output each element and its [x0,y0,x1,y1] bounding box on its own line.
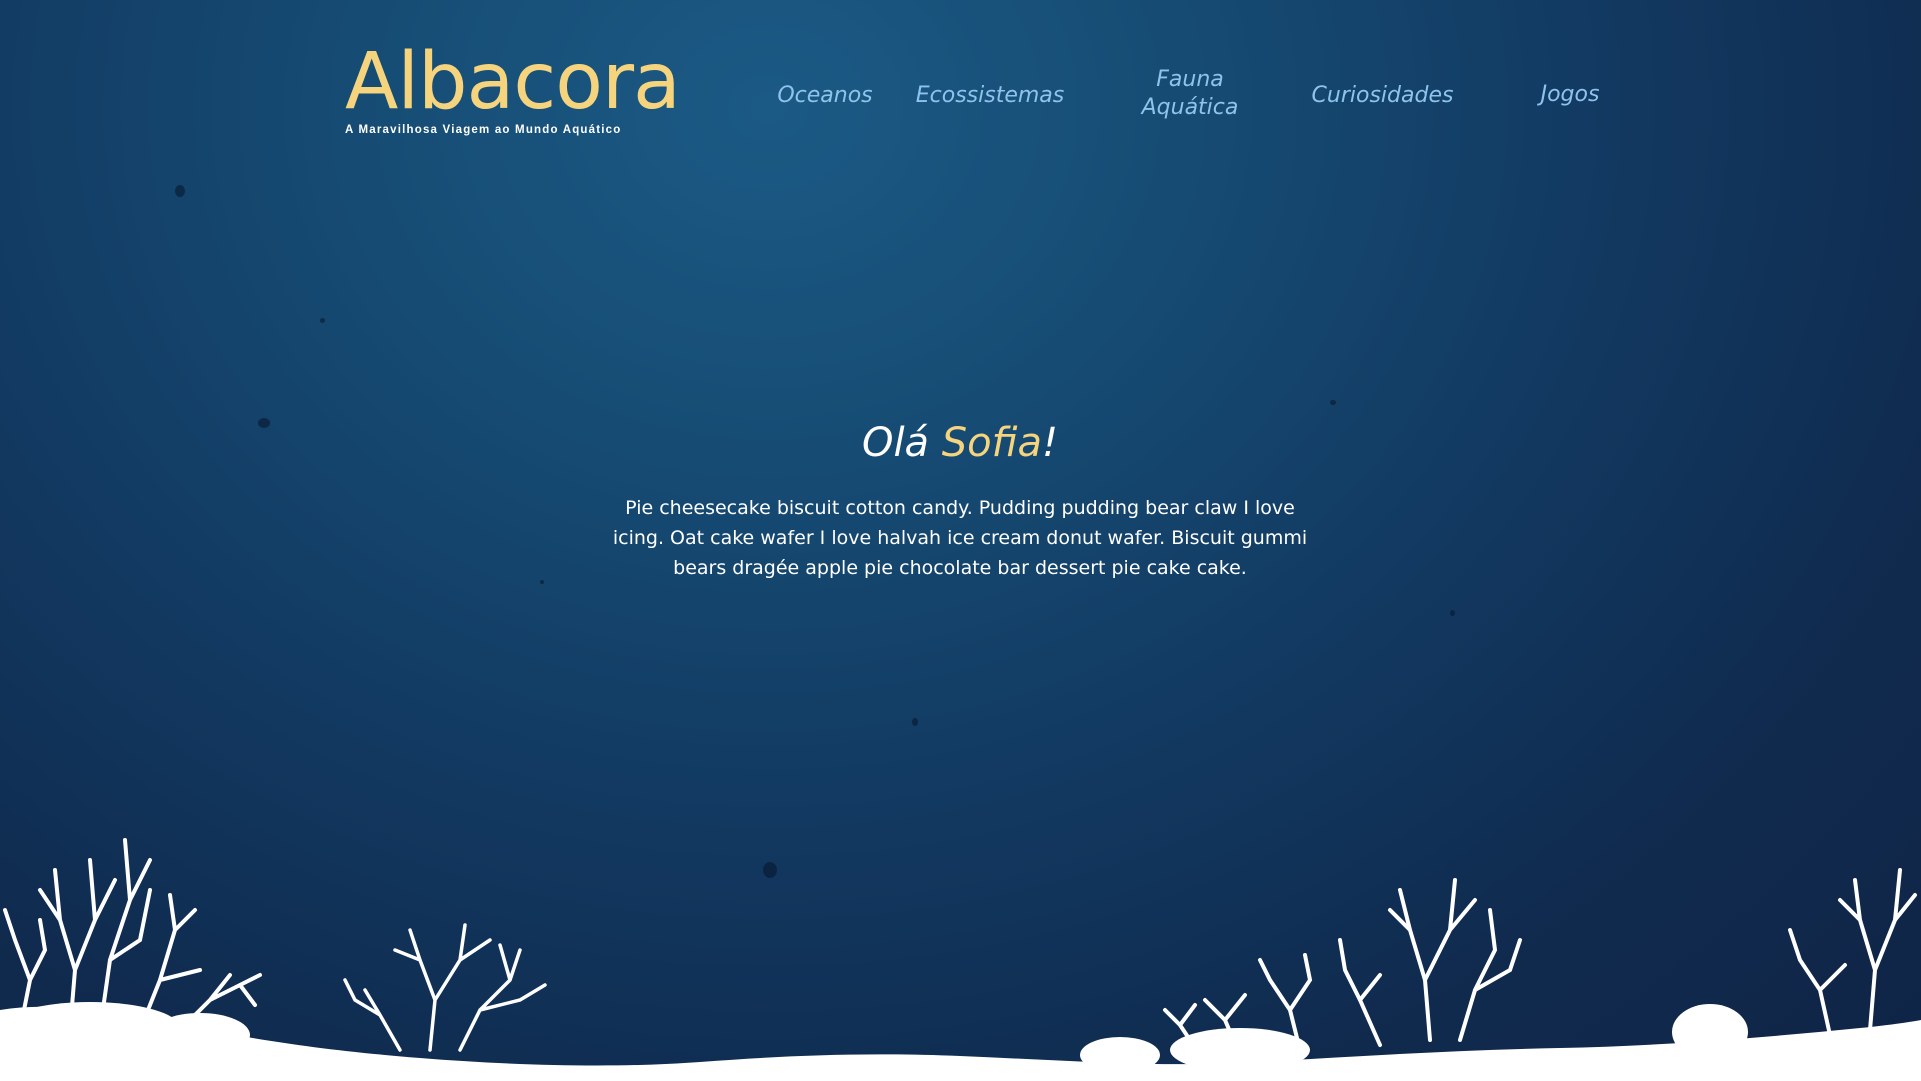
logo-tagline: A Maravilhosa Viagem ao Mundo Aquático [345,124,622,136]
greeting-suffix: ! [1042,420,1059,466]
site-header: Albacora A Maravilhosa Viagem ao Mundo A… [0,0,1921,160]
greeting-prefix: Olá [861,420,942,466]
nav-item-oceanos[interactable]: Oceanos [740,82,910,110]
coral-right [1163,878,1522,1057]
greeting-heading: Olá Sofia! [610,415,1310,471]
seabed-sand [0,1006,1921,1081]
page: Albacora A Maravilhosa Viagem ao Mundo A… [0,0,1921,1081]
logo-title: Albacora [345,37,681,127]
nav-item-ecossistemas[interactable]: Ecossistemas [900,82,1080,110]
logo-link[interactable]: Albacora A Maravilhosa Viagem ao Mundo A… [345,37,681,136]
nav-item-curiosidades[interactable]: Curiosidades [1285,82,1480,110]
nav-item-fauna-aquatica[interactable]: Fauna Aquática [1120,66,1260,122]
user-name: Sofia [941,420,1042,466]
main-navigation: Oceanos Ecossistemas Fauna Aquática Curi… [700,66,1600,126]
coral-left-mid [343,923,547,1052]
coral-seabed-illustration [0,838,1921,1081]
intro-paragraph: Pie cheesecake biscuit cotton candy. Pud… [612,497,1308,579]
nav-item-jogos[interactable]: Jogos [1500,81,1640,109]
coral-far-right [1788,868,1917,1037]
hero-section: Olá Sofia! Pie cheesecake biscuit cotton… [610,415,1310,583]
coral-left [3,838,262,1032]
